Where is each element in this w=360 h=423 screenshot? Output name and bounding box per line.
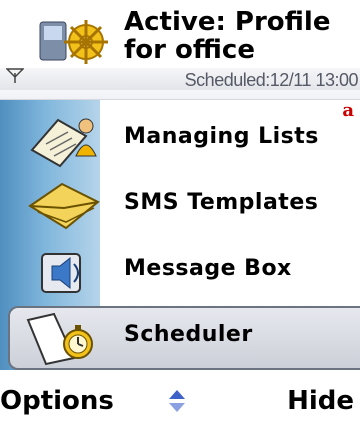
speaker-box-icon [41, 253, 81, 293]
list-item-label: Scheduler [124, 322, 253, 347]
header-title: Active: Profile for office [124, 8, 360, 64]
list-item-message-box[interactable]: Message Box [0, 240, 360, 304]
list-item-sms-templates[interactable]: SMS Templates [0, 174, 360, 238]
profile-header: Active: Profile for office Scheduled:12/… [0, 0, 360, 100]
stopwatch-icon [26, 312, 93, 366]
list-item-label: Managing Lists [124, 124, 319, 149]
list-item-label: Message Box [124, 256, 292, 281]
up-down-arrows-icon [169, 390, 185, 412]
header-title-line1: Active: Profile [124, 7, 331, 37]
softkey-bar: Options Hide [0, 372, 360, 423]
envelopes-icon [28, 182, 100, 230]
notebook-person-icon [30, 118, 97, 168]
signal-icon [6, 68, 24, 83]
options-softkey[interactable]: Options [0, 386, 114, 416]
header-title-line2: for office [124, 35, 255, 65]
list-item-label: SMS Templates [124, 190, 319, 215]
profile-wheel-icon [39, 20, 108, 64]
hide-softkey[interactable]: Hide [287, 386, 354, 416]
scheduled-status: Scheduled:12/11 13:00 [184, 70, 359, 90]
menu-list: a Managing Lists SMS Templates Message B… [0, 100, 360, 370]
list-item-managing-lists[interactable]: Managing Lists [0, 108, 360, 172]
list-item-scheduler[interactable]: Scheduler [0, 306, 360, 370]
